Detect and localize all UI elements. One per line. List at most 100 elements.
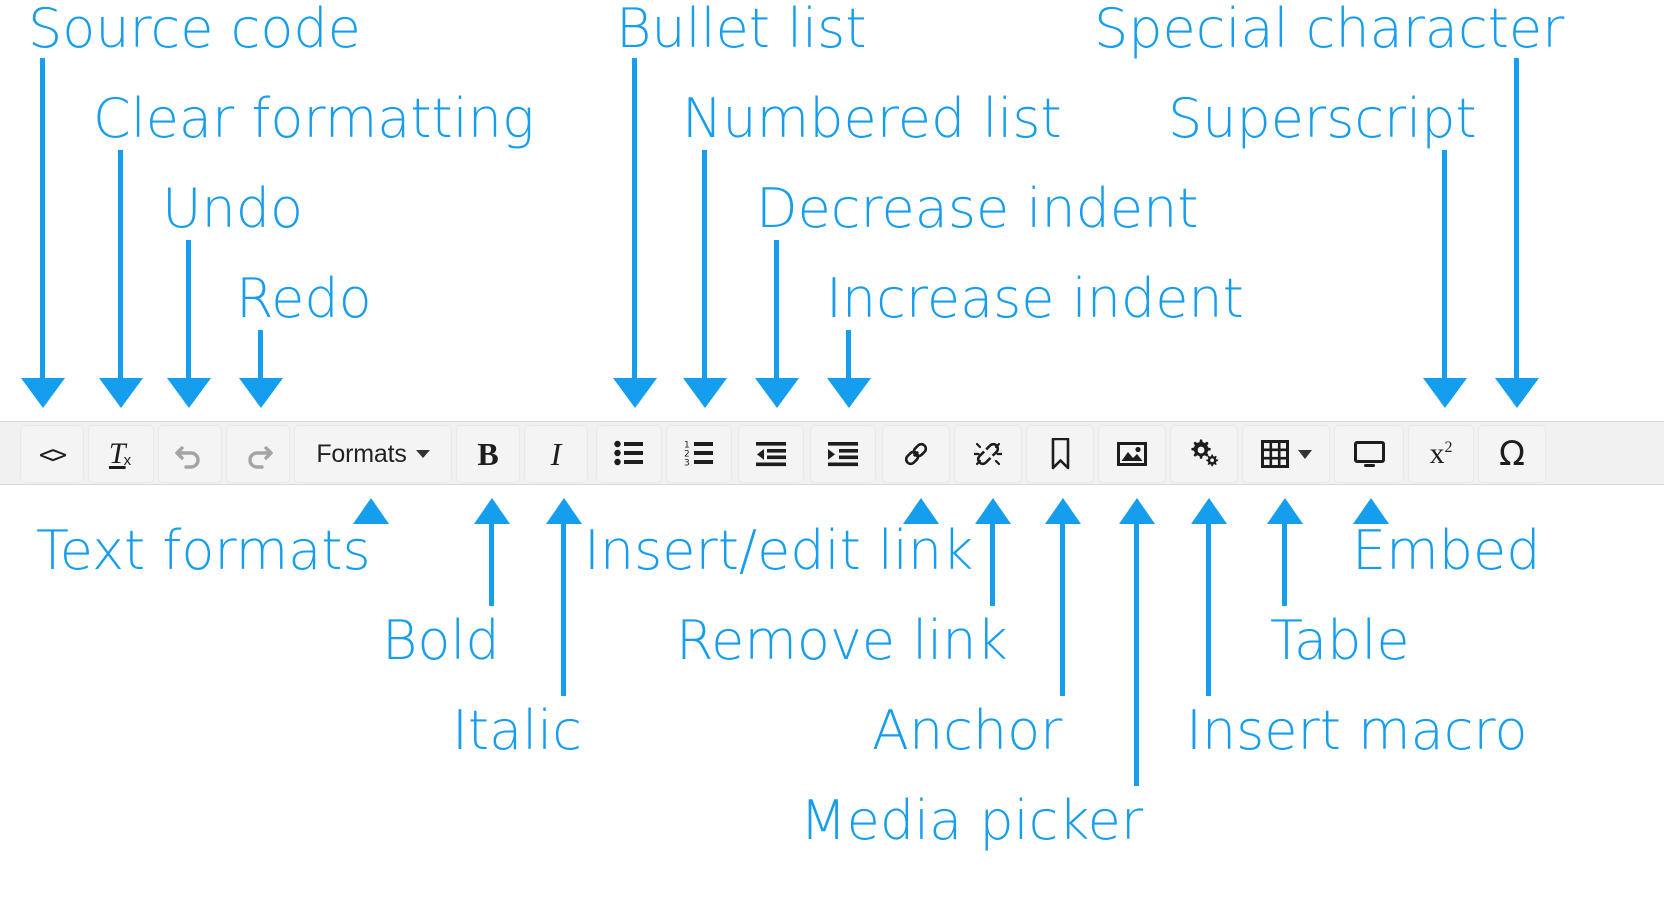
bookmark-anchor-icon [1049,438,1072,470]
annotation-label-formats: Text formats [36,519,371,582]
numbered-list-icon: 123 [684,440,714,468]
bold-icon: B [477,436,499,472]
toolbar-button-superscript[interactable]: x2 [1408,425,1474,483]
annotation-arrowhead-undo [166,378,211,408]
toolbar-button-embed[interactable] [1334,425,1404,483]
annotation-leader-numbered-list [702,150,707,378]
annotation-arrowhead-numbered-list [682,378,727,408]
annotation-leader-undo [186,240,191,378]
toolbar-button-remove-link[interactable] [954,425,1022,483]
annotation-label-bold: Bold [382,609,500,672]
annotation-leader-decrease-indent [774,240,779,378]
table-grid-icon [1260,440,1289,468]
formats-dropdown-label: Formats [316,439,407,468]
annotation-leader-insert-macro [1206,520,1211,696]
annotation-label-table: Table [1270,609,1410,672]
decrease-indent-icon [756,441,786,467]
annotation-label-numbered-list: Numbered list [682,87,1062,150]
annotation-label-media-picker: Media picker [800,789,1144,852]
annotation-label-clear-formatting: Clear formatting [93,87,535,150]
redo-arrow-icon [243,439,273,469]
annotation-arrowhead-clear-formatting [98,378,143,408]
chevron-down-icon [415,450,430,458]
toolbar-button-clear-formatting[interactable]: Tx [88,425,154,483]
annotation-arrowhead-media-picker [1118,498,1155,524]
toolbar-button-insert-macro[interactable] [1170,425,1238,483]
annotation-label-italic: Italic [452,699,582,762]
toolbar-button-source-code[interactable]: <> [20,425,84,483]
link-chain-icon [902,440,930,468]
annotation-leader-redo [258,330,263,378]
annotation-arrowhead-increase-indent [826,378,871,408]
gear-cogs-icon [1189,439,1219,469]
annotation-label-increase-indent: Increase indent [826,267,1244,330]
toolbar-button-anchor[interactable] [1026,425,1094,483]
monitor-embed-icon [1353,440,1385,468]
annotation-arrowhead-redo [238,378,283,408]
annotation-leader-bullet-list [632,58,637,378]
annotated-toolbar-diagram: Source code Clear formatting Undo Redo Bulle… [0,0,1664,921]
toolbar-button-undo[interactable] [158,425,222,483]
annotation-leader-remove-link [990,520,995,606]
annotation-label-remove-link: Remove link [676,609,1008,672]
annotation-label-bullet-list: Bullet list [616,0,867,60]
annotation-leader-superscript [1442,150,1447,378]
italic-icon: I [550,436,562,472]
increase-indent-icon [828,441,858,467]
annotation-leader-bold [489,520,494,606]
clear-formatting-icon: Tx [108,437,132,470]
source-code-icon: <> [38,439,67,469]
annotation-leader-special-character [1514,58,1519,378]
rich-text-editor-toolbar[interactable]: <> Tx Formats B I 1 2 3 x2 Ω [0,421,1664,485]
superscript-icon: x2 [1429,437,1453,470]
toolbar-button-insert-edit-link[interactable] [882,425,950,483]
toolbar-button-decrease-indent[interactable] [738,425,804,483]
annotation-label-insert-macro: Insert macro [1186,699,1528,762]
toolbar-button-media-picker[interactable] [1098,425,1166,483]
annotation-leader-media-picker [1134,520,1139,786]
annotation-arrowhead-decrease-indent [754,378,799,408]
annotation-arrowhead-table [1266,498,1303,524]
svg-text:3: 3 [684,459,690,468]
toolbar-button-italic[interactable]: I [524,425,588,483]
bullet-list-icon [614,440,644,468]
annotation-label-undo: Undo [162,177,304,240]
annotation-arrowhead-special-character [1494,378,1539,408]
annotation-arrowhead-insert-macro [1190,498,1227,524]
toolbar-button-bold[interactable]: B [456,425,520,483]
annotation-arrowhead-embed [1352,498,1389,524]
annotation-arrowhead-remove-link [974,498,1011,524]
toolbar-button-increase-indent[interactable] [810,425,876,483]
broken-link-icon [974,440,1002,468]
toolbar-button-bullet-list[interactable] [596,425,662,483]
annotation-label-source-code: Source code [28,0,361,60]
image-picture-icon [1117,441,1147,467]
annotation-arrowhead-bullet-list [612,378,657,408]
omega-special-char-icon: Ω [1499,434,1525,474]
annotation-label-decrease-indent: Decrease indent [756,177,1199,240]
annotation-label-special-character: Special character [1094,0,1565,60]
annotation-arrowhead-bold [473,498,510,524]
annotation-label-redo: Redo [236,267,372,330]
annotation-label-anchor: Anchor [872,699,1063,762]
annotation-arrowhead-anchor [1044,498,1081,524]
toolbar-button-table[interactable] [1242,425,1330,483]
annotation-arrowhead-italic [545,498,582,524]
annotation-leader-source-code [40,58,45,378]
annotation-leader-italic [561,520,566,696]
annotation-leader-increase-indent [846,330,851,378]
annotation-arrowhead-source-code [20,378,65,408]
annotation-leader-clear-formatting [118,150,123,378]
toolbar-button-formats[interactable]: Formats [294,425,452,483]
annotation-label-embed: Embed [1352,519,1541,582]
annotation-arrowhead-formats [352,498,389,524]
annotation-leader-table [1282,520,1287,606]
chevron-down-icon [1297,449,1312,459]
annotation-label-insert-edit-link: Insert/edit link [584,519,974,582]
annotation-arrowhead-insert-edit-link [902,498,939,524]
toolbar-button-special-character[interactable]: Ω [1478,425,1546,483]
toolbar-button-redo[interactable] [226,425,290,483]
annotation-label-superscript: Superscript [1168,87,1477,150]
toolbar-button-numbered-list[interactable]: 123 [666,425,732,483]
annotation-leader-anchor [1060,520,1065,696]
